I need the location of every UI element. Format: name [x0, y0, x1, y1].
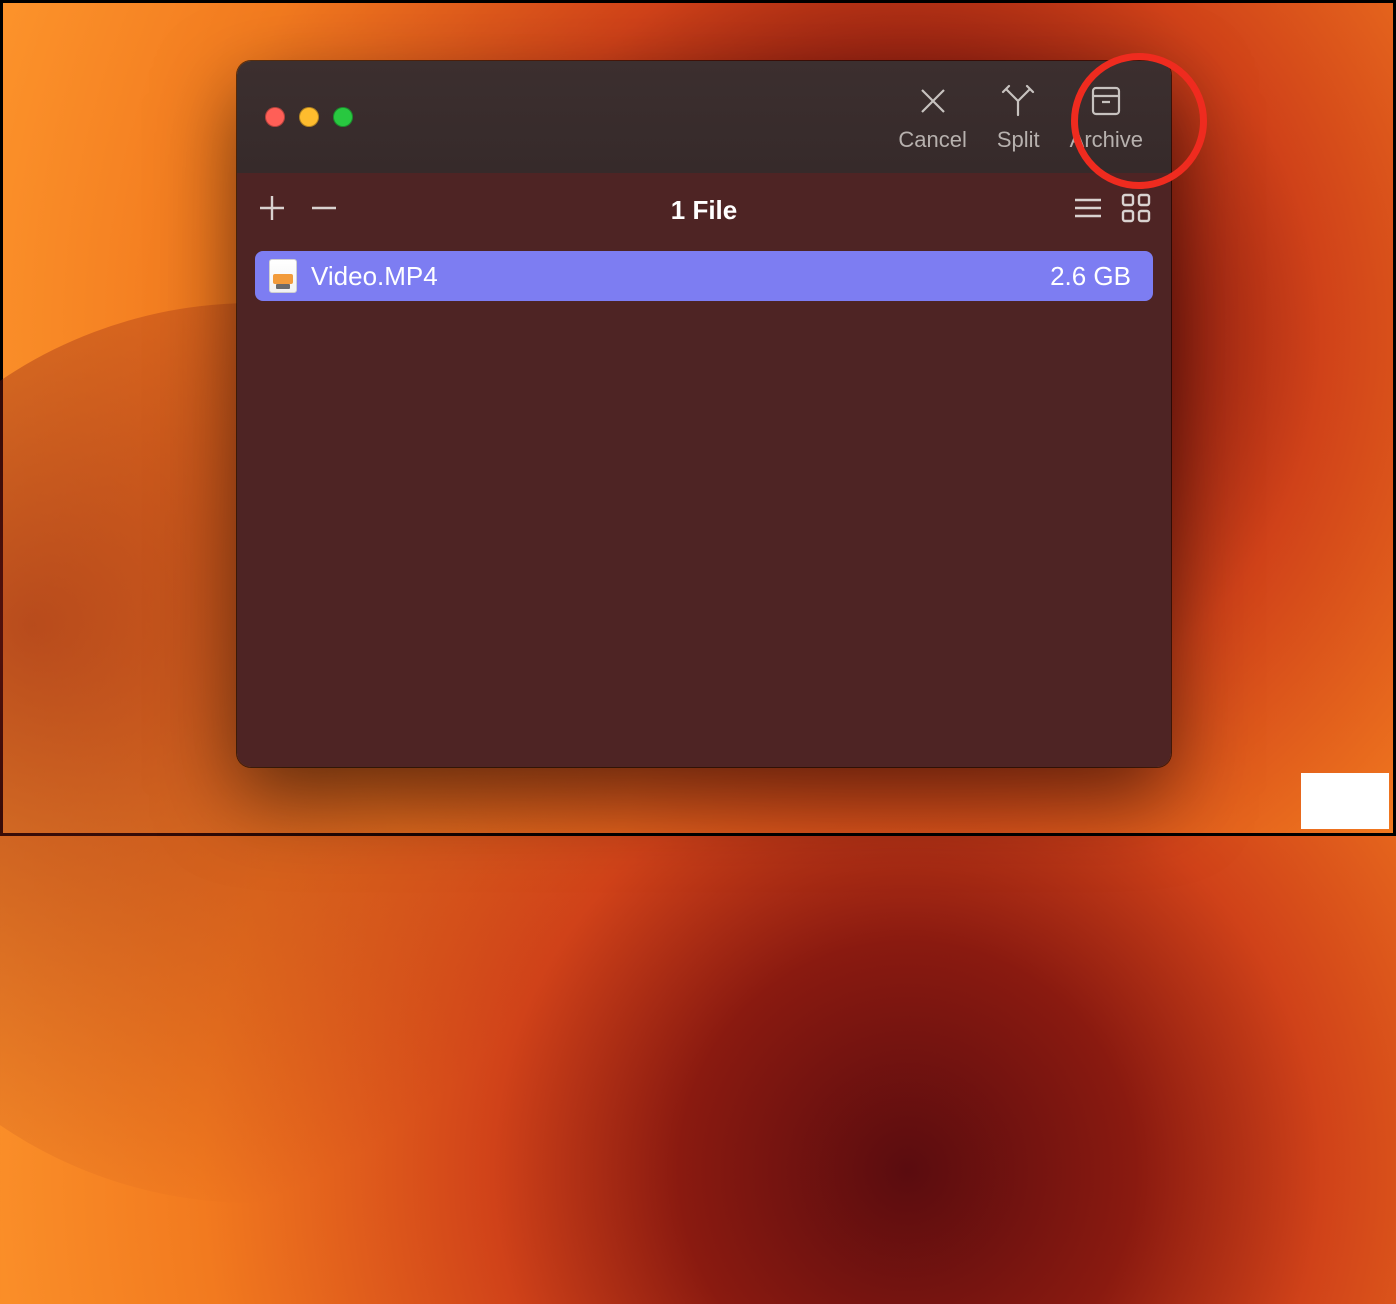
file-name: Video.MP4	[311, 261, 438, 292]
split-button[interactable]: Split	[997, 81, 1040, 153]
file-row-left: Video.MP4	[269, 259, 438, 293]
add-file-button[interactable]	[255, 191, 289, 230]
toolbar-actions: Cancel Split Archive	[898, 81, 1143, 153]
list-view-button[interactable]	[1071, 191, 1105, 230]
grid-view-button[interactable]	[1119, 191, 1153, 230]
archive-button[interactable]: Archive	[1070, 81, 1143, 153]
remove-file-button[interactable]	[307, 191, 341, 230]
archiver-window: Cancel Split Archive 1 File	[237, 61, 1171, 767]
window-close-button[interactable]	[265, 107, 285, 127]
minus-icon	[307, 191, 341, 225]
x-icon	[913, 81, 953, 121]
add-remove-controls	[255, 191, 341, 230]
file-count-label: 1 File	[671, 195, 737, 226]
archive-label: Archive	[1070, 127, 1143, 153]
content-area: 1 File Video.MP4 2.6 GB	[237, 173, 1171, 767]
grid-icon	[1119, 191, 1153, 225]
titlebar: Cancel Split Archive	[237, 61, 1171, 173]
split-icon	[998, 81, 1038, 121]
file-row[interactable]: Video.MP4 2.6 GB	[255, 251, 1153, 301]
window-maximize-button[interactable]	[333, 107, 353, 127]
split-label: Split	[997, 127, 1040, 153]
list-lines-icon	[1071, 191, 1105, 225]
archive-box-icon	[1086, 81, 1126, 121]
sub-toolbar: 1 File	[255, 173, 1153, 247]
watermark-box	[1301, 773, 1389, 829]
view-toggle	[1071, 191, 1153, 230]
plus-icon	[255, 191, 289, 225]
file-size: 2.6 GB	[1050, 261, 1131, 292]
cancel-label: Cancel	[898, 127, 966, 153]
window-controls	[265, 107, 353, 127]
window-minimize-button[interactable]	[299, 107, 319, 127]
video-file-icon	[269, 259, 297, 293]
cancel-button[interactable]: Cancel	[898, 81, 966, 153]
